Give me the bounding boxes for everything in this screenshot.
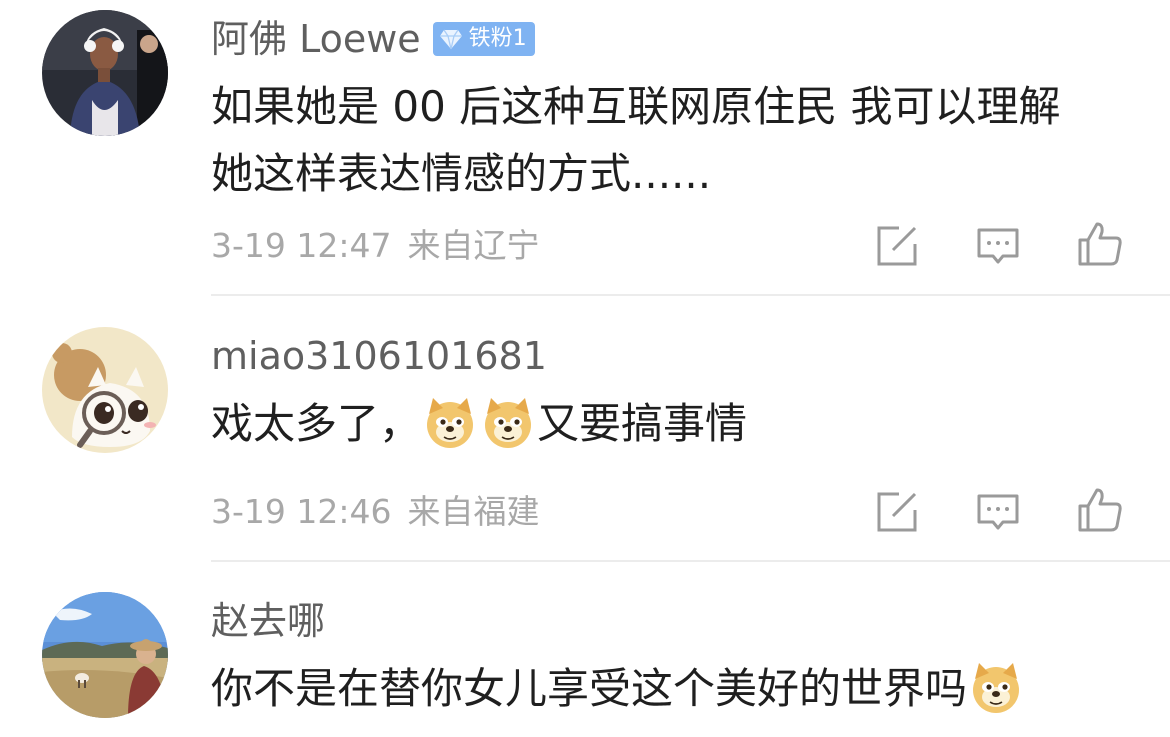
comment-text-segment: 又要搞事情 xyxy=(537,399,748,448)
like-button[interactable] xyxy=(1076,486,1124,534)
comment-bubble-icon xyxy=(977,228,1019,264)
comment-text-line: 她这样表达情感的方式...... xyxy=(211,149,712,198)
location: 来自福建 xyxy=(407,492,540,531)
thumbs-up-icon xyxy=(1078,222,1122,266)
comment-button[interactable] xyxy=(974,222,1022,270)
comment-text-segment: 你不是在替你女儿享受这个美好的世界吗 xyxy=(211,664,968,713)
repost-button[interactable] xyxy=(873,222,921,270)
comment-text: 你不是在替你女儿享受这个美好的世界吗 xyxy=(211,655,1025,722)
comment-meta: 3-19 12:46 来自福建 xyxy=(211,495,540,528)
avatar[interactable] xyxy=(42,592,168,718)
avatar[interactable] xyxy=(42,327,168,453)
doge-emoji-icon xyxy=(481,396,535,450)
comment-text: 戏太多了， 又要搞事情 xyxy=(211,390,747,457)
username-text[interactable]: 赵去哪 xyxy=(211,599,325,643)
diamond-icon xyxy=(439,29,462,49)
doge-emoji-icon xyxy=(969,661,1023,715)
doge-emoji-icon xyxy=(423,396,477,450)
badge-label: 铁粉1 xyxy=(468,25,527,51)
share-edit-icon xyxy=(877,492,917,532)
comment-text-line: 如果她是 00 后这种互联网原住民 我可以理解 xyxy=(211,82,1061,131)
share-edit-icon xyxy=(877,226,917,266)
divider xyxy=(211,294,1170,296)
comment-bubble-icon xyxy=(977,494,1019,530)
username[interactable]: 赵去哪 xyxy=(211,602,325,640)
repost-button[interactable] xyxy=(873,488,921,536)
fan-badge[interactable]: 铁粉1 xyxy=(432,21,535,56)
timestamp: 3-19 12:47 xyxy=(211,226,392,265)
comment-text-segment: 戏太多了， xyxy=(211,399,422,448)
like-button[interactable] xyxy=(1076,220,1124,268)
username[interactable]: miao3106101681 xyxy=(211,337,547,375)
timestamp: 3-19 12:46 xyxy=(211,492,392,531)
comment-text: 如果她是 00 后这种互联网原住民 我可以理解 她这样表达情感的方式...... xyxy=(211,73,1061,207)
username[interactable]: 阿佛 Loewe 铁粉1 xyxy=(211,20,535,59)
username-text[interactable]: miao3106101681 xyxy=(211,334,547,378)
comment-meta: 3-19 12:47 来自辽宁 xyxy=(211,229,540,262)
location: 来自辽宁 xyxy=(407,226,540,265)
thumbs-up-icon xyxy=(1078,488,1122,532)
username-text[interactable]: 阿佛 Loewe xyxy=(211,17,421,61)
comment-button[interactable] xyxy=(974,488,1022,536)
divider xyxy=(211,560,1170,562)
avatar[interactable] xyxy=(42,10,168,136)
